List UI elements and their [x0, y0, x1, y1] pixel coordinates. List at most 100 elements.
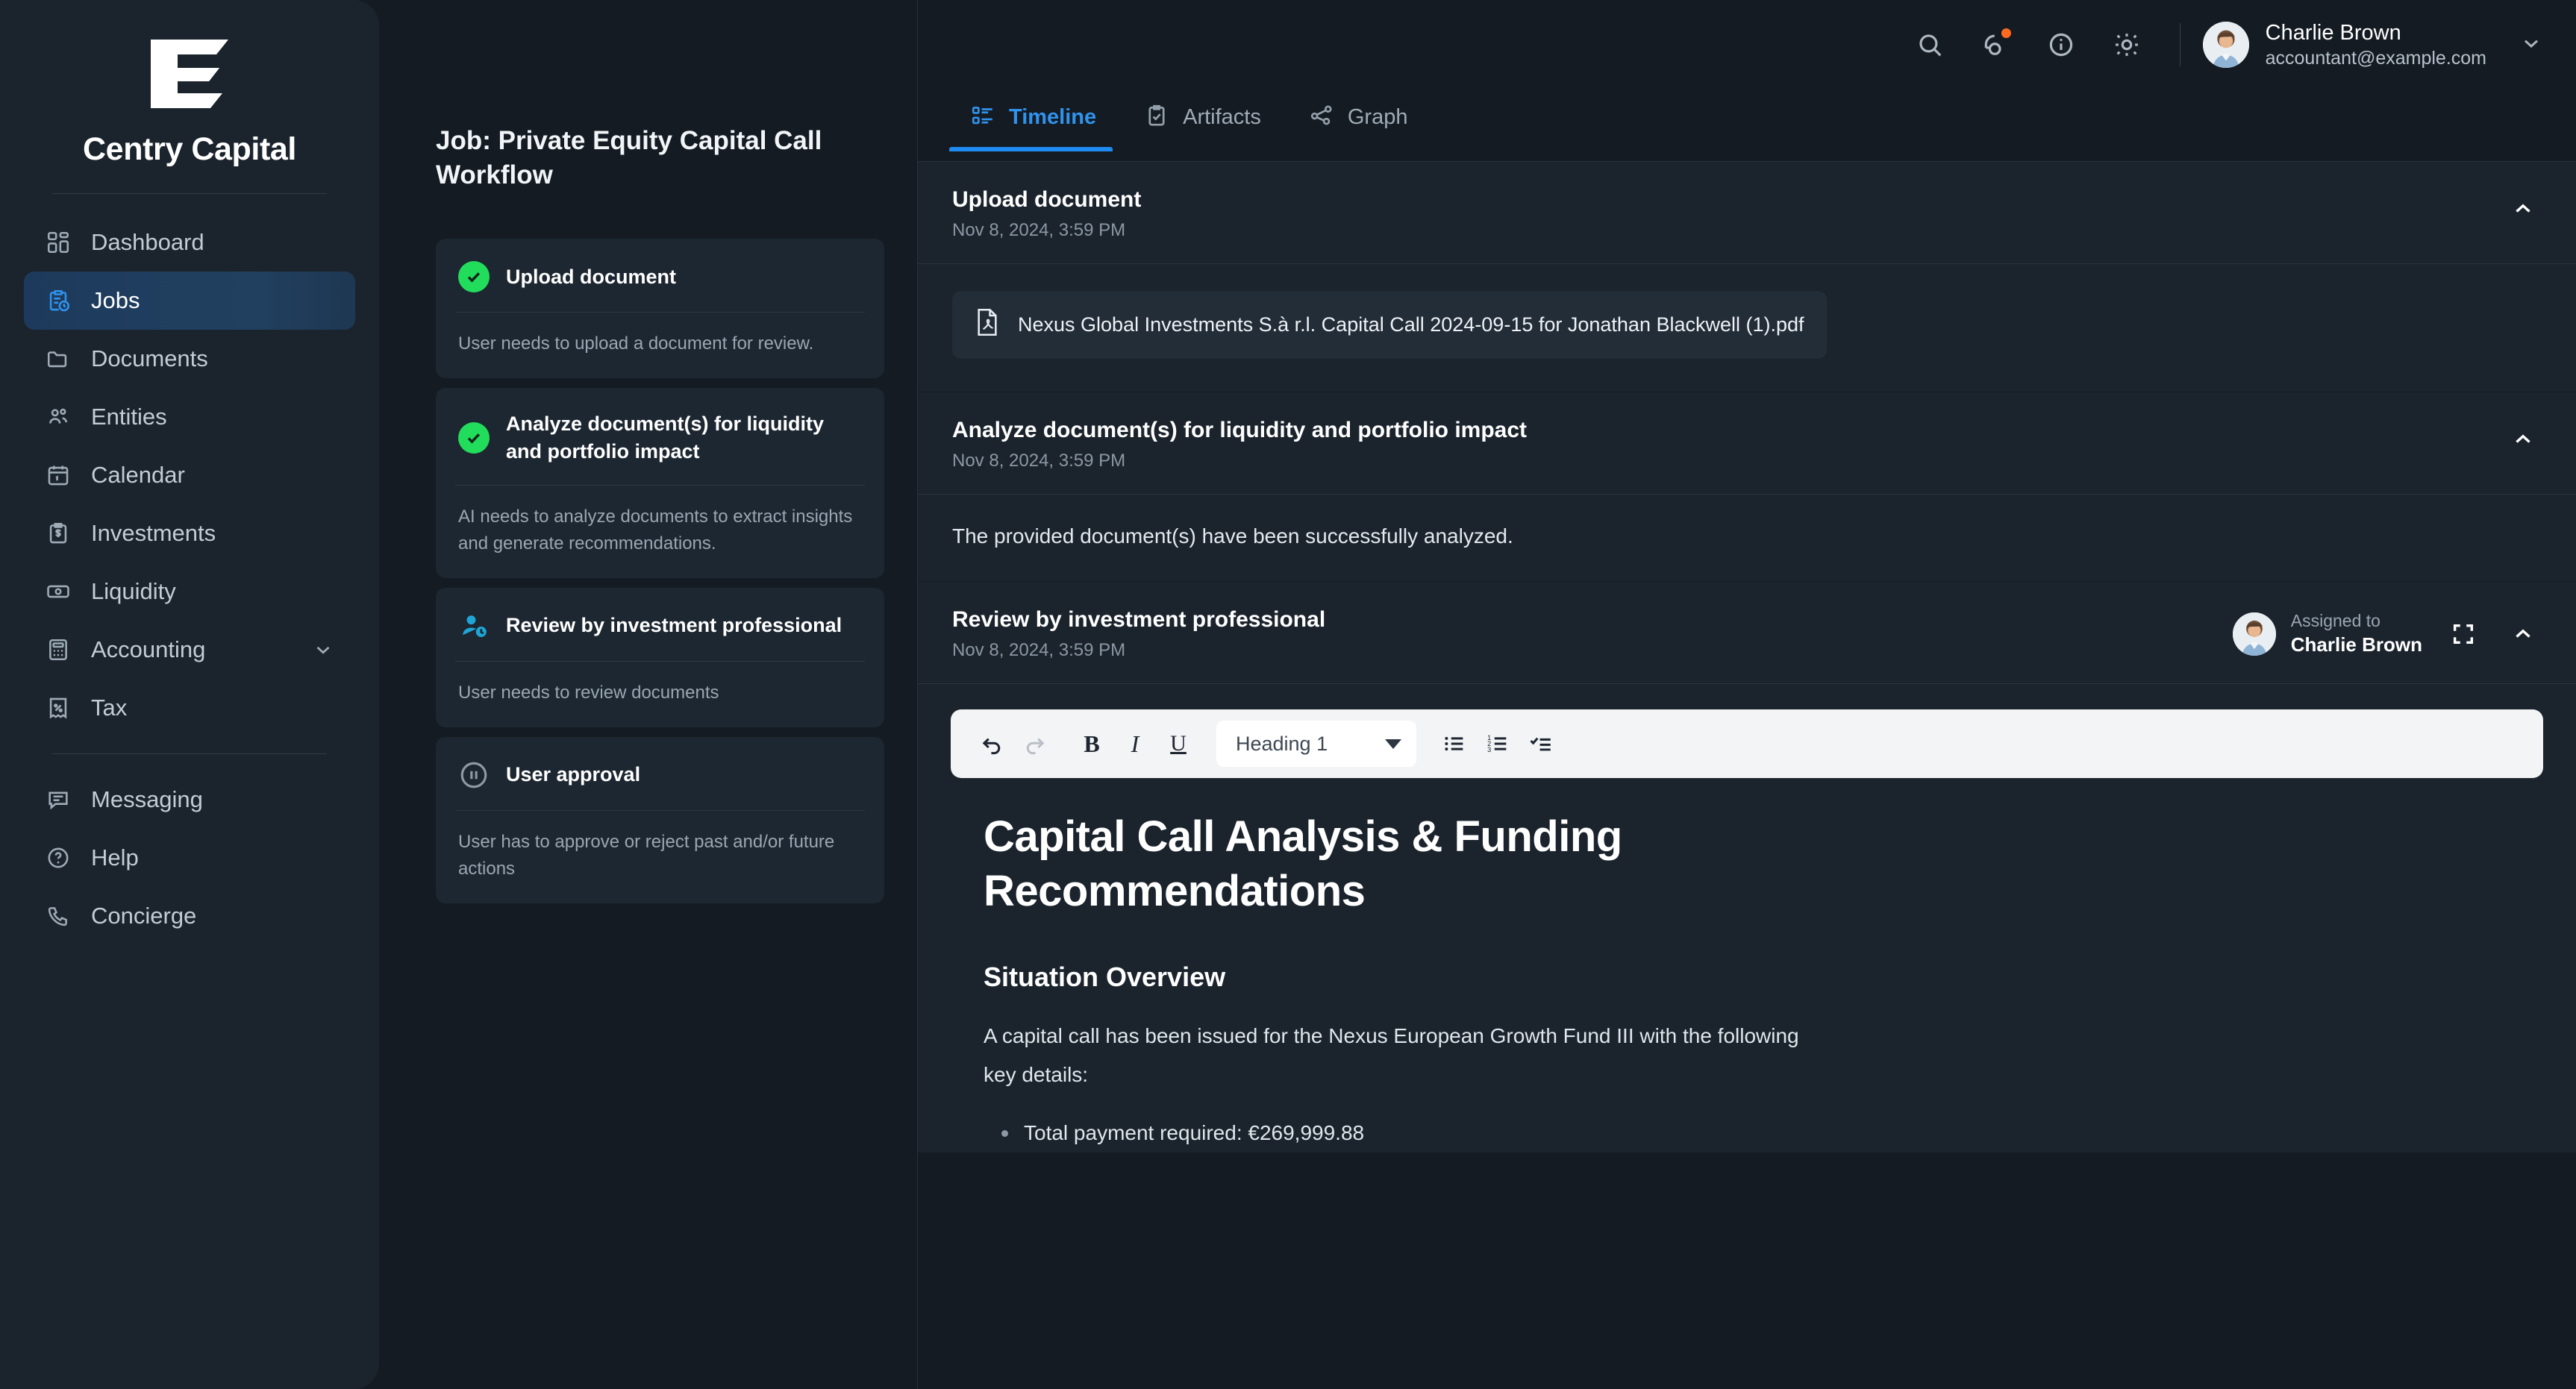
- numbered-list-icon[interactable]: 123: [1476, 722, 1519, 765]
- chevron-down-icon[interactable]: [312, 639, 334, 661]
- tab-graph[interactable]: Graph: [1288, 93, 1435, 151]
- page-title: Job: Private Equity Capital Call Workflo…: [436, 126, 822, 190]
- chevron-up-icon[interactable]: [2504, 190, 2542, 228]
- sidebar-item-concierge[interactable]: Concierge: [24, 887, 355, 945]
- document-paragraph: A capital call has been issued for the N…: [984, 1024, 1799, 1086]
- job-step-analyze-documents[interactable]: Analyze document(s) for liquidity and po…: [436, 388, 884, 578]
- editor-toolbar: B I U Heading 1 1 2 3: [951, 709, 2543, 778]
- sidebar: Centry Capital Dashboard Jobs Documents …: [0, 0, 379, 1389]
- tabs: Timeline Artifacts Graph: [918, 93, 2576, 161]
- job-step-header: User approval: [436, 737, 884, 810]
- underline-label: U: [1170, 731, 1187, 756]
- calculator-icon: [45, 636, 72, 663]
- sidebar-item-help[interactable]: Help: [24, 829, 355, 887]
- sidebar-item-investments[interactable]: Investments: [24, 504, 355, 562]
- chevron-up-icon[interactable]: [2504, 421, 2542, 458]
- job-step-description: User needs to review documents: [458, 682, 719, 703]
- timeline-card-title: Review by investment professional: [952, 607, 1326, 632]
- tab-label: Artifacts: [1183, 105, 1261, 129]
- italic-button[interactable]: I: [1113, 722, 1157, 765]
- chevron-down-icon[interactable]: [2519, 31, 2543, 59]
- redo-icon[interactable]: [1013, 722, 1057, 765]
- job-step-user-approval[interactable]: User approval User has to approve or rej…: [436, 736, 884, 903]
- timeline-card-upload-document: Upload document Nov 8, 2024, 3:59 PM Nex…: [918, 162, 2576, 392]
- assigned-to-name: Charlie Brown: [2290, 633, 2422, 656]
- attached-file-chip[interactable]: Nexus Global Investments S.à r.l. Capita…: [952, 291, 1827, 359]
- sidebar-item-accounting[interactable]: Accounting: [24, 621, 355, 679]
- notification-badge: [2001, 28, 2011, 38]
- sidebar-item-dashboard[interactable]: Dashboard: [24, 213, 355, 272]
- main-column: Charlie Brown accountant@example.com Tim…: [918, 0, 2576, 1389]
- theme-sun-icon[interactable]: [2104, 22, 2150, 68]
- sidebar-item-tax[interactable]: Tax: [24, 679, 355, 737]
- sidebar-item-jobs[interactable]: Jobs: [24, 272, 355, 330]
- top-bar: Charlie Brown accountant@example.com: [918, 0, 2576, 90]
- users-icon: [45, 404, 72, 430]
- timeline-card-body: Nexus Global Investments S.à r.l. Capita…: [918, 264, 2576, 392]
- sidebar-item-messaging[interactable]: Messaging: [24, 771, 355, 829]
- timeline-card-body: The provided document(s) have been succe…: [918, 495, 2576, 581]
- user-clock-icon: [458, 610, 490, 642]
- sidebar-item-calendar[interactable]: Calendar: [24, 446, 355, 504]
- editor-document[interactable]: Capital Call Analysis & Funding Recommen…: [951, 778, 2543, 1153]
- banknote-icon: [45, 578, 72, 605]
- sidebar-divider-bottom: [52, 753, 327, 754]
- document-heading-1: Capital Call Analysis & Funding Recommen…: [984, 812, 1622, 916]
- sidebar-item-documents[interactable]: Documents: [24, 330, 355, 388]
- sidebar-item-label: Calendar: [91, 462, 185, 488]
- timeline-card-title: Upload document: [952, 187, 1142, 212]
- checklist-icon[interactable]: [1519, 722, 1563, 765]
- timeline-card-header[interactable]: Upload document Nov 8, 2024, 3:59 PM: [918, 162, 2576, 263]
- underline-button[interactable]: U: [1157, 722, 1200, 765]
- jobs-clipboard-clock-icon: [45, 287, 72, 314]
- sidebar-item-liquidity[interactable]: Liquidity: [24, 562, 355, 621]
- info-icon[interactable]: [2038, 22, 2084, 68]
- caret-down-icon: [1385, 739, 1401, 749]
- pause-circle-icon: [458, 759, 490, 791]
- tab-timeline[interactable]: Timeline: [949, 93, 1123, 151]
- brand: Centry Capital: [0, 0, 379, 168]
- timeline-list: Upload document Nov 8, 2024, 3:59 PM Nex…: [918, 162, 2576, 1389]
- assigned-to-label: Assigned to: [2290, 611, 2380, 630]
- tab-artifacts[interactable]: Artifacts: [1123, 93, 1288, 151]
- timeline-card-title: Analyze document(s) for liquidity and po…: [952, 418, 1528, 442]
- avatar[interactable]: [2232, 612, 2276, 656]
- check-circle-icon: [458, 422, 490, 454]
- job-step-review-by-investment-professional[interactable]: Review by investment professional User n…: [436, 587, 884, 727]
- job-step-description: User has to approve or reject past and/o…: [458, 831, 835, 879]
- chevron-up-icon[interactable]: [2504, 615, 2542, 653]
- sidebar-item-label: Liquidity: [91, 578, 176, 604]
- share-nodes-icon: [1309, 103, 1334, 132]
- calendar-icon: [45, 462, 72, 489]
- notifications-icon[interactable]: [1972, 22, 2019, 68]
- timeline-card-header[interactable]: Analyze document(s) for liquidity and po…: [918, 392, 2576, 494]
- list-icon: [970, 103, 995, 132]
- sidebar-item-label: Tax: [91, 694, 128, 721]
- receipt-percent-icon: [45, 694, 72, 721]
- timeline-card-header[interactable]: Review by investment professional Nov 8,…: [918, 582, 2576, 683]
- fullscreen-icon[interactable]: [2445, 615, 2482, 653]
- centry-logo-icon: [0, 34, 379, 121]
- job-step-upload-document[interactable]: Upload document User needs to upload a d…: [436, 239, 884, 379]
- bold-label: B: [1084, 730, 1100, 757]
- sidebar-item-label: Accounting: [91, 636, 206, 662]
- bold-button[interactable]: B: [1070, 722, 1113, 765]
- sidebar-item-entities[interactable]: Entities: [24, 388, 355, 446]
- heading-style-value: Heading 1: [1236, 732, 1328, 755]
- avatar[interactable]: [2202, 22, 2249, 68]
- sidebar-item-label: Help: [91, 844, 139, 871]
- analysis-result-text: The provided document(s) have been succe…: [952, 524, 1513, 548]
- sidebar-item-label: Jobs: [91, 287, 140, 313]
- search-icon[interactable]: [1907, 22, 1953, 68]
- undo-icon[interactable]: [970, 722, 1013, 765]
- chat-icon: [45, 786, 72, 813]
- bullet-list-icon[interactable]: [1433, 722, 1476, 765]
- sidebar-item-label: Dashboard: [91, 229, 204, 255]
- heading-style-select[interactable]: Heading 1: [1216, 721, 1416, 767]
- sidebar-item-label: Documents: [91, 345, 208, 371]
- assignee: Assigned to Charlie Brown: [2232, 610, 2422, 658]
- question-circle-icon: [45, 844, 72, 871]
- sidebar-item-label: Investments: [91, 520, 216, 546]
- job-step-description: User needs to upload a document for revi…: [458, 333, 814, 354]
- timeline-card-timestamp: Nov 8, 2024, 3:59 PM: [952, 451, 1126, 471]
